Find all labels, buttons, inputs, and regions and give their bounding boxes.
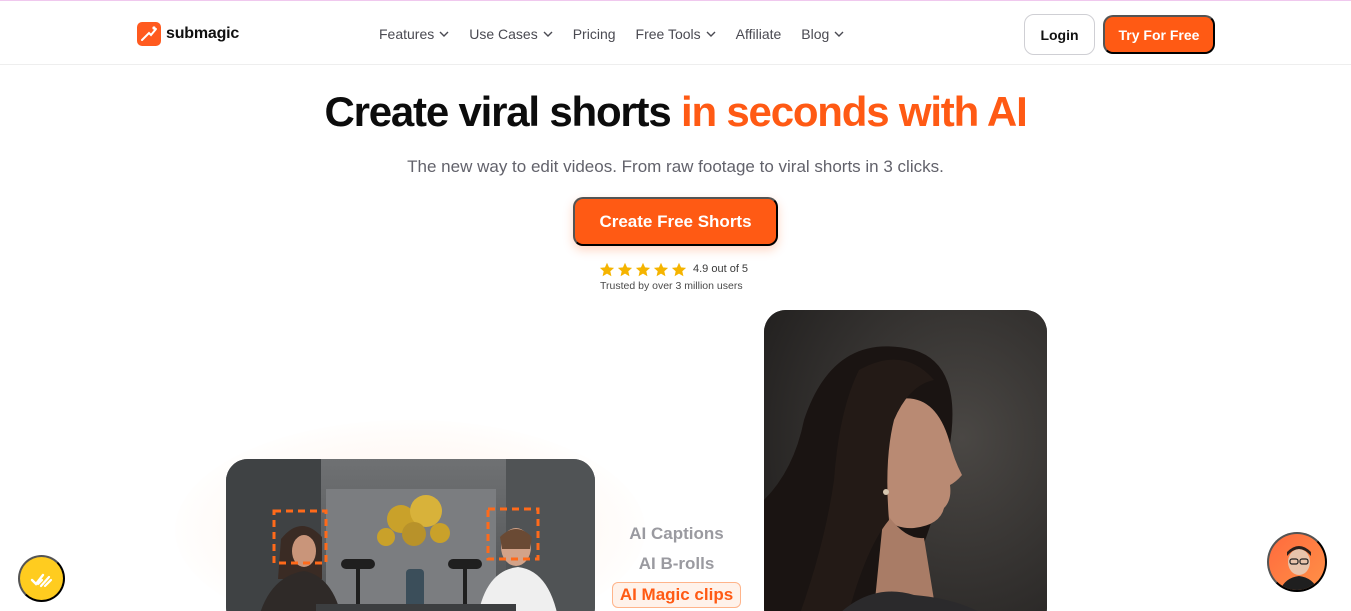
create-free-shorts-button[interactable]: Create Free Shorts (573, 197, 778, 246)
support-chat-button[interactable] (1267, 532, 1327, 592)
hero-title: Create viral shorts in seconds with AI (0, 88, 1351, 136)
star-icon (617, 262, 633, 277)
star-icon (599, 262, 615, 277)
checklist-icon (30, 573, 52, 587)
nav-affiliate[interactable]: Affiliate (736, 26, 782, 42)
feature-ai-brolls[interactable]: AI B-rolls (604, 552, 749, 582)
nav-label: Blog (801, 26, 830, 42)
nav-label: Affiliate (735, 26, 782, 42)
feature-carousel: AI Captions AI B-rolls AI Magic clips (604, 522, 749, 608)
nav-label: Features (379, 26, 435, 42)
star-icon (653, 262, 669, 277)
nav-features[interactable]: Features (379, 26, 449, 42)
nav-pricing[interactable]: Pricing (573, 26, 616, 42)
brand-logo[interactable]: submagic (137, 22, 239, 46)
brand-name: submagic (166, 25, 240, 42)
submagic-logo-icon (137, 22, 161, 46)
try-for-free-button[interactable]: Try For Free (1103, 15, 1215, 54)
support-avatar (1280, 546, 1318, 590)
star-rating (599, 262, 687, 277)
woman-profile-image (764, 310, 1047, 611)
podcast-scene-image (226, 459, 595, 611)
nav-label: Use Cases (469, 26, 538, 42)
rating-trust-text: Trusted by over 3 million users (600, 280, 743, 292)
feature-ai-magic-clips[interactable]: AI Magic clips (611, 582, 742, 608)
main-nav: Features Use Cases Pricing Free Tools Af… (379, 26, 844, 42)
nav-label: Pricing (572, 26, 616, 42)
chevron-down-icon (439, 31, 449, 37)
site-header: submagic Features Use Cases Pricing Free… (0, 5, 1351, 65)
portrait-video-preview[interactable] (764, 310, 1047, 611)
nav-free-tools[interactable]: Free Tools (636, 26, 716, 42)
hero-title-main: Create viral shorts (324, 88, 671, 135)
star-icon (671, 262, 687, 277)
checklist-widget-button[interactable] (18, 555, 65, 602)
chevron-down-icon (834, 31, 844, 37)
feature-ai-captions[interactable]: AI Captions (604, 522, 749, 552)
nav-blog[interactable]: Blog (801, 26, 844, 42)
login-button[interactable]: Login (1024, 14, 1095, 55)
hero-title-accent: in seconds with AI (680, 88, 1028, 135)
nav-use-cases[interactable]: Use Cases (469, 26, 553, 42)
star-icon (635, 262, 651, 277)
hero-subtitle: The new way to edit videos. From raw foo… (407, 157, 944, 176)
chevron-down-icon (543, 31, 553, 37)
rating-score: 4.9 out of 5 (693, 263, 749, 275)
podcast-video-preview[interactable] (226, 459, 595, 611)
nav-label: Free Tools (635, 26, 701, 42)
chevron-down-icon (706, 31, 716, 37)
